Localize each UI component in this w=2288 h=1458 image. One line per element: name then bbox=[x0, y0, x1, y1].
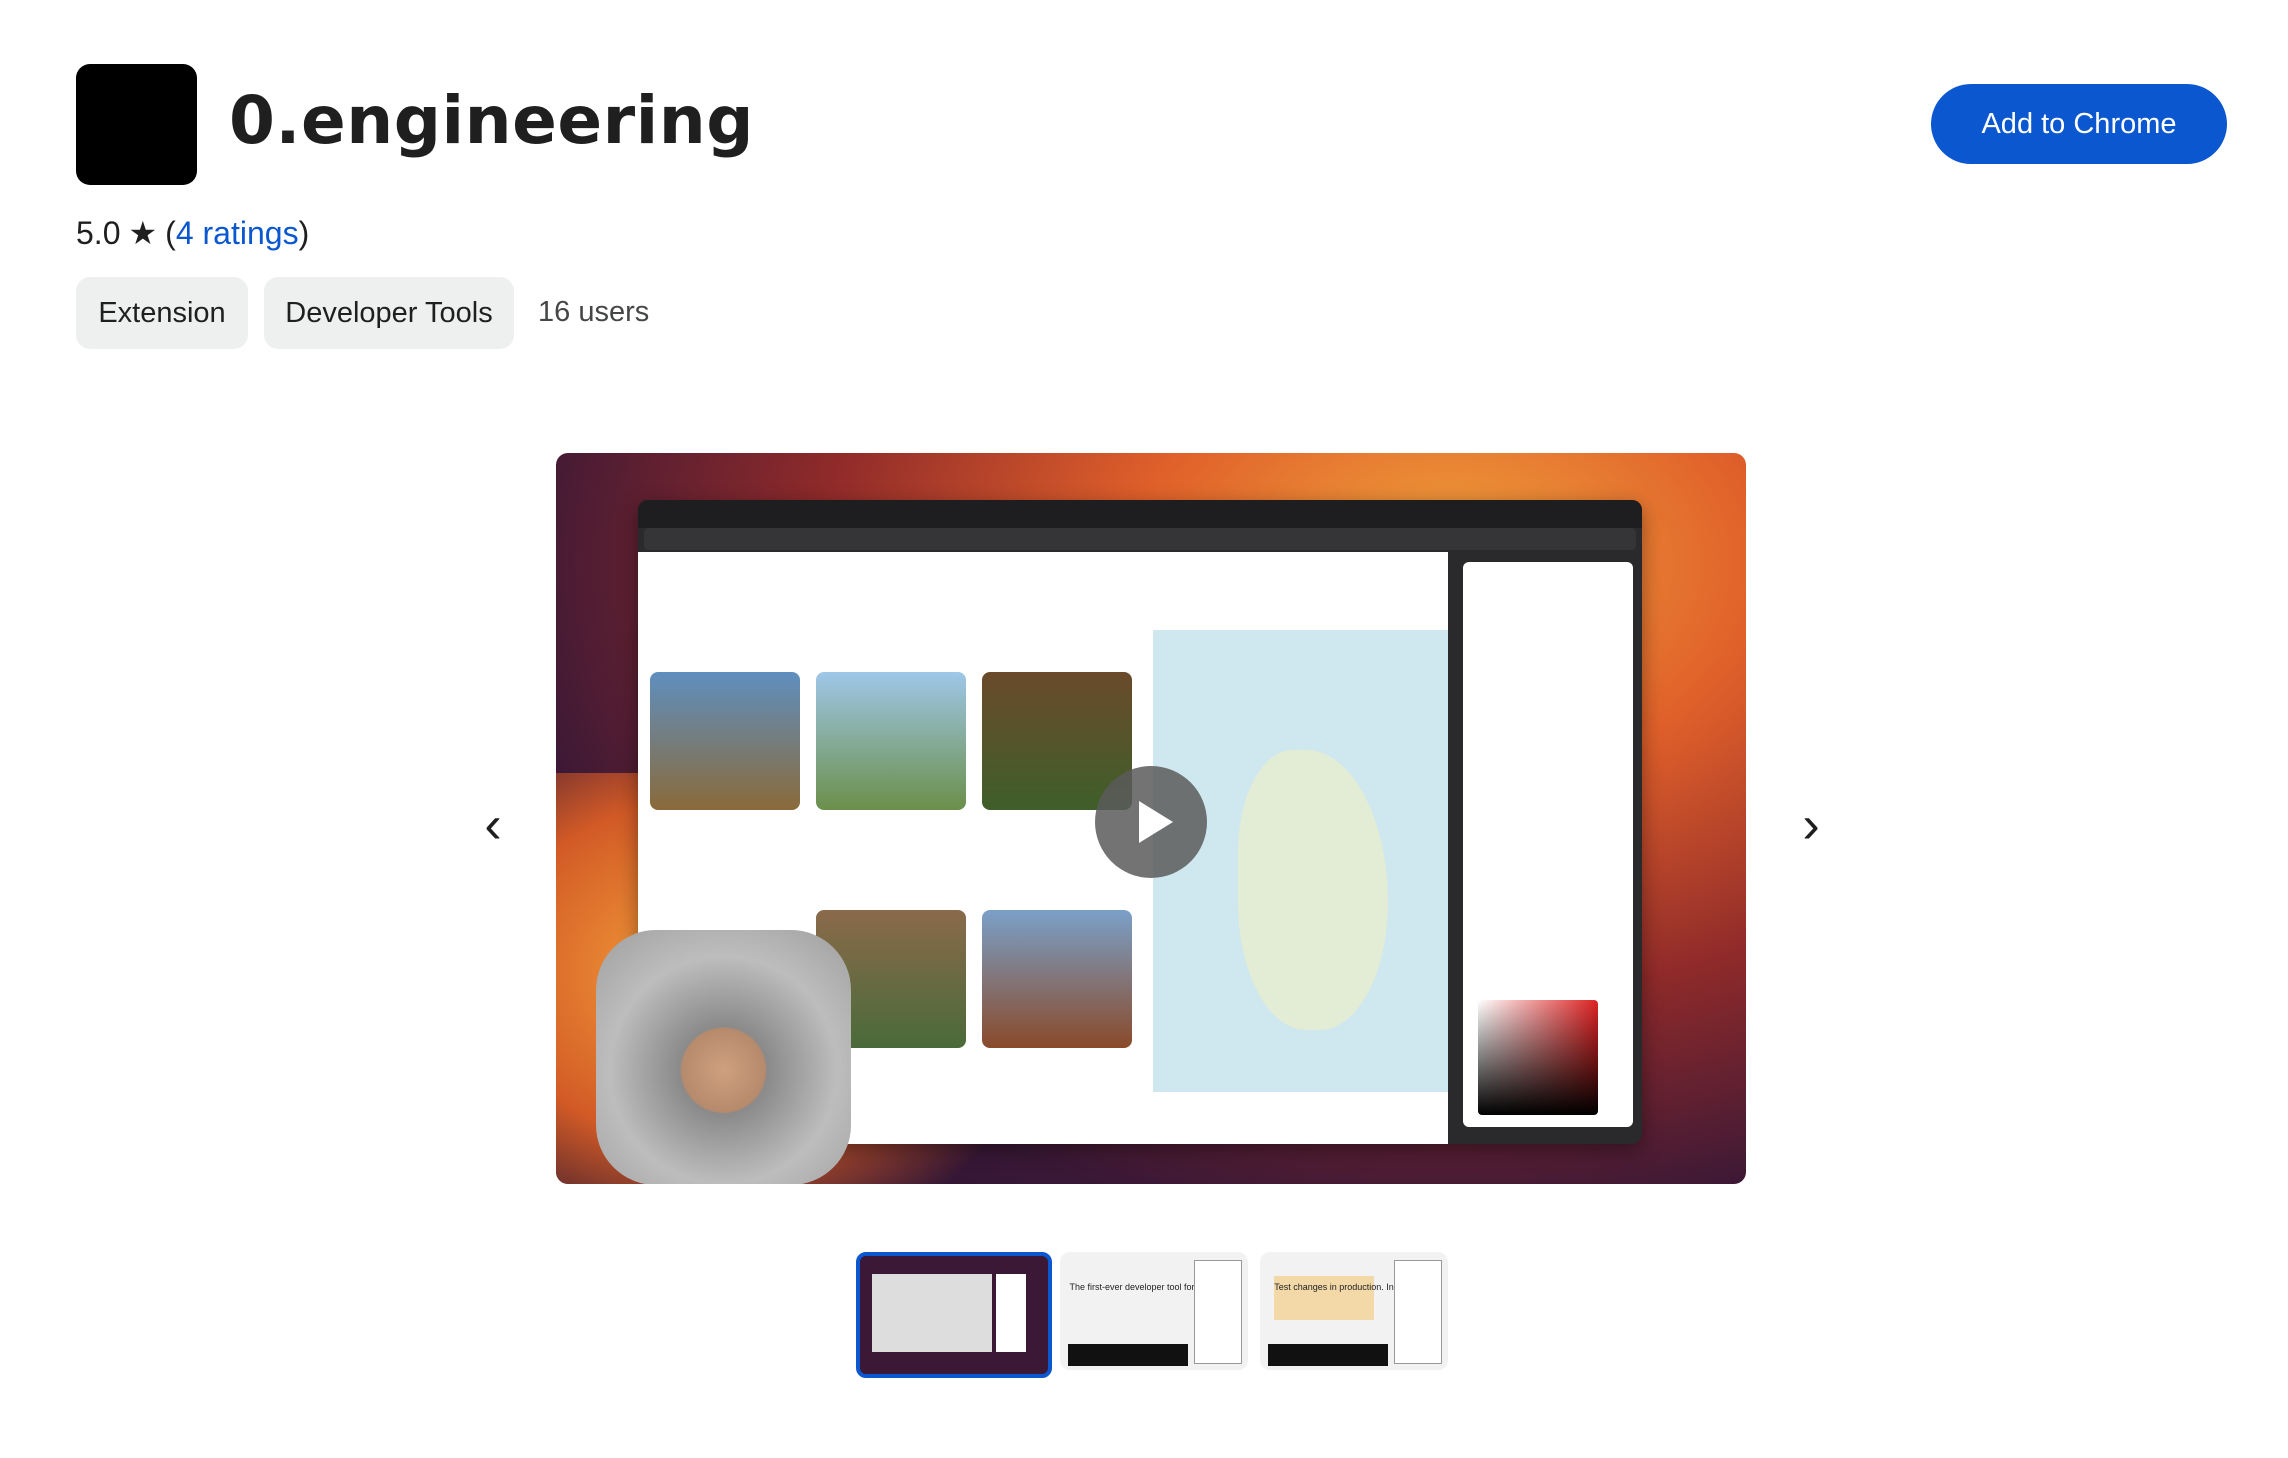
open-paren: ( bbox=[165, 214, 176, 251]
extension-title: 0.engineering bbox=[229, 82, 755, 159]
chevron-left-icon: ‹ bbox=[484, 796, 502, 854]
listing-card bbox=[816, 672, 966, 810]
thumbnail-3[interactable]: Test changes in production. In real-time… bbox=[1260, 1252, 1448, 1370]
video-preview[interactable] bbox=[556, 453, 1746, 1184]
play-icon bbox=[1139, 801, 1173, 843]
listing-card bbox=[650, 672, 800, 810]
users-count: 16 users bbox=[538, 296, 650, 328]
thumbnail-screen bbox=[872, 1274, 992, 1352]
thumbnail-panel bbox=[996, 1274, 1026, 1352]
close-paren: ) bbox=[298, 214, 310, 251]
browser-tabs bbox=[638, 500, 1642, 528]
thumbnail-panel bbox=[1194, 1260, 1242, 1364]
color-picker bbox=[1478, 1000, 1598, 1115]
carousel-next-button[interactable]: › bbox=[1786, 796, 1836, 854]
browser-url-bar bbox=[644, 528, 1636, 550]
add-to-chrome-button[interactable]: Add to Chrome bbox=[1931, 84, 2227, 164]
thumbnail-1[interactable] bbox=[856, 1252, 1052, 1378]
rating-row: 5.0 ★ (4 ratings) bbox=[76, 214, 309, 252]
thumbnail-bar bbox=[1068, 1344, 1188, 1366]
thumbnail-panel bbox=[1394, 1260, 1442, 1364]
listing-card bbox=[982, 910, 1132, 1048]
presenter-avatar bbox=[596, 930, 851, 1184]
star-icon: ★ bbox=[128, 215, 158, 251]
carousel-prev-button[interactable]: ‹ bbox=[468, 796, 518, 854]
thumbnail-bar bbox=[1268, 1344, 1388, 1366]
chevron-right-icon: › bbox=[1802, 796, 1820, 854]
extension-logo bbox=[76, 64, 197, 185]
rating-value: 5.0 bbox=[76, 214, 121, 251]
ratings-link[interactable]: 4 ratings bbox=[176, 215, 299, 252]
chip-extension[interactable]: Extension bbox=[76, 277, 248, 349]
play-button[interactable] bbox=[1095, 766, 1207, 878]
thumbnail-2[interactable]: The first-ever developer tool for design… bbox=[1060, 1252, 1248, 1370]
chip-developer-tools[interactable]: Developer Tools bbox=[264, 277, 514, 349]
